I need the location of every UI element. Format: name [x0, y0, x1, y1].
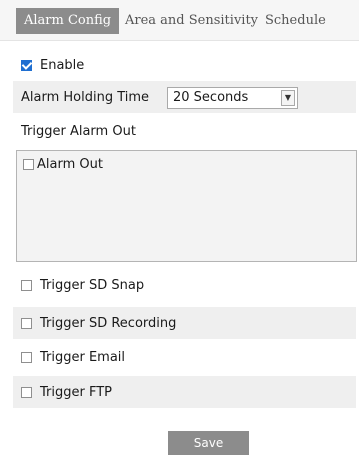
trigger-email-row: Trigger Email [13, 341, 356, 373]
trigger-alarm-out-heading-row: Trigger Alarm Out [13, 115, 356, 147]
trigger-email-label: Trigger Email [40, 349, 126, 365]
trigger-ftp-row: Trigger FTP [13, 376, 356, 408]
tab-schedule[interactable]: Schedule [265, 8, 326, 34]
tab-area-and-sensitivity[interactable]: Area and Sensitivity [125, 8, 258, 34]
enable-label: Enable [40, 57, 85, 73]
trigger-email-checkbox[interactable] [21, 351, 32, 363]
enable-row: Enable [13, 49, 356, 81]
trigger-ftp-checkbox[interactable] [21, 386, 32, 398]
chevron-down-icon[interactable]: ▼ [281, 90, 295, 106]
tab-bar: Alarm Config Area and Sensitivity Schedu… [0, 0, 359, 41]
alarm-holding-time-label: Alarm Holding Time [21, 89, 150, 105]
alarm-out-list: Alarm Out [16, 150, 357, 262]
trigger-ftp-label: Trigger FTP [40, 384, 112, 400]
enable-checkbox[interactable] [21, 59, 32, 71]
tab-alarm-config[interactable]: Alarm Config [16, 8, 120, 34]
trigger-alarm-out-title: Trigger Alarm Out [21, 123, 136, 139]
trigger-sd-snap-label: Trigger SD Snap [40, 277, 145, 293]
trigger-sd-recording-checkbox[interactable] [21, 317, 32, 329]
trigger-sd-recording-row: Trigger SD Recording [13, 307, 356, 339]
alarm-holding-time-value: 20 Seconds [173, 90, 249, 105]
trigger-sd-snap-checkbox[interactable] [21, 279, 32, 291]
alarm-out-label: Alarm Out [37, 157, 103, 172]
trigger-sd-snap-row: Trigger SD Snap [13, 269, 356, 301]
alarm-holding-time-select[interactable]: 20 Seconds ▼ [167, 87, 298, 109]
trigger-sd-recording-label: Trigger SD Recording [40, 315, 177, 331]
alarm-out-item[interactable]: Alarm Out [23, 157, 103, 172]
save-button[interactable]: Save [168, 431, 249, 455]
alarm-out-checkbox[interactable] [23, 159, 34, 170]
